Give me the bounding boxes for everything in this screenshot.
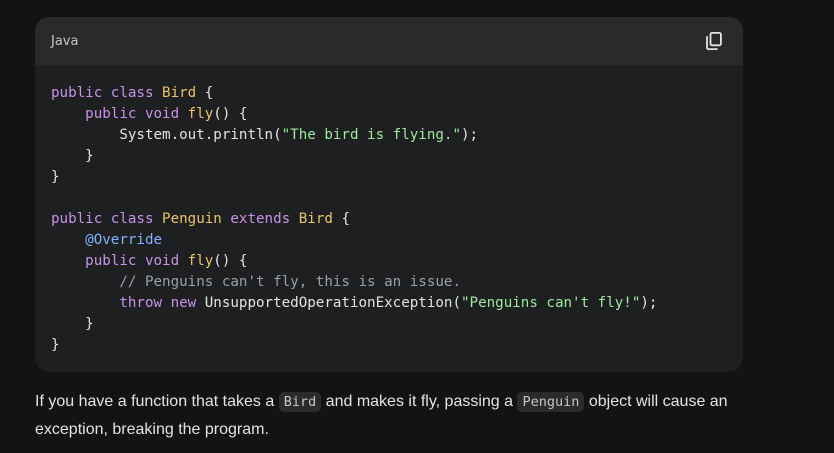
copy-code-button[interactable] [701, 28, 727, 54]
code-token: "Penguins can't fly!" [461, 295, 641, 311]
code-line: } [51, 146, 727, 167]
code-token: () { [213, 106, 248, 122]
code-token: } [51, 148, 94, 164]
code-token: System.out.println( [51, 127, 282, 143]
code-block-header: Java [35, 17, 743, 65]
code-line: } [51, 167, 727, 188]
code-block: Java public class Bird { public void fly… [35, 17, 743, 372]
code-token: "The bird is flying." [281, 127, 461, 143]
code-line: System.out.println("The bird is flying."… [51, 125, 727, 146]
code-token: Penguin [162, 211, 231, 227]
code-token: // Penguins can't fly, this is an issue. [119, 274, 462, 290]
code-line: } [51, 314, 727, 335]
inline-code-bird: Bird [278, 392, 322, 412]
inline-code-penguin: Penguin [517, 392, 585, 412]
prose-text: If you have a function that takes a [35, 393, 279, 410]
code-line: } [51, 335, 727, 356]
code-token: Bird [162, 85, 197, 101]
code-token: UnsupportedOperationException( [204, 295, 462, 311]
code-token: extends [230, 211, 299, 227]
code-token: public void [85, 106, 188, 122]
code-line: throw new UnsupportedOperationException(… [51, 293, 727, 314]
code-token: { [332, 211, 350, 227]
code-token: ); [640, 295, 658, 311]
code-token: () { [213, 253, 248, 269]
code-token: } [51, 169, 60, 185]
code-token: @Override [85, 232, 163, 248]
code-line: // Penguins can't fly, this is an issue. [51, 272, 727, 293]
code-language-label: Java [51, 33, 79, 49]
code-line: public class Bird { [51, 83, 727, 104]
code-token: public class [51, 211, 163, 227]
code-line: @Override [51, 230, 727, 251]
code-token: fly [187, 253, 214, 269]
code-line: public void fly() { [51, 251, 727, 272]
code-token: { [196, 85, 214, 101]
code-line: public void fly() { [51, 104, 727, 125]
explanation-paragraph: If you have a function that takes a Bird… [35, 388, 755, 444]
code-token: public class [51, 85, 163, 101]
code-line: public class Penguin extends Bird { [51, 209, 727, 230]
code-token: } [51, 337, 60, 353]
code-content[interactable]: public class Bird { public void fly() { … [35, 65, 743, 356]
code-token: } [51, 316, 94, 332]
code-token: throw new [119, 295, 205, 311]
prose-text: and makes it fly, passing a [321, 393, 518, 410]
code-token: public void [85, 253, 188, 269]
code-token: Bird [298, 211, 333, 227]
code-token: ); [461, 127, 479, 143]
code-token: fly [187, 106, 214, 122]
copy-icon [706, 32, 722, 50]
